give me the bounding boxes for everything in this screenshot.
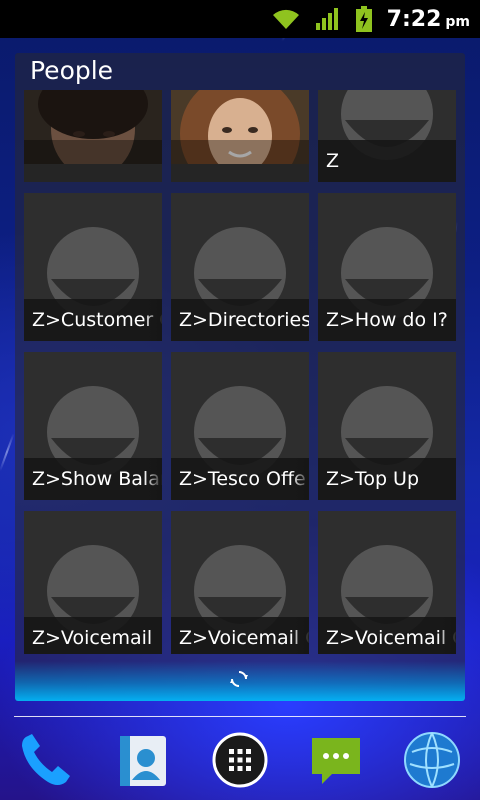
widget-title: People [30,56,114,85]
contact-tile[interactable]: Z>Top Up [318,352,456,500]
contacts-grid-viewport[interactable]: Z Z>Customer C Z>Directories Z>How do I?… [24,90,456,654]
contact-tile[interactable]: Z [318,90,456,182]
contact-tile[interactable]: Z>How do I? [318,193,456,341]
contact-label: Z>Show Balan [24,458,162,500]
contact-tile[interactable]: Z>Customer C [24,193,162,341]
contact-label: Z>Customer C [24,299,162,341]
contact-label: Z [318,140,456,182]
dock [0,724,480,800]
contact-tile[interactable] [171,90,309,182]
contact-label: Z>Voicemail C [171,617,309,654]
browser-icon[interactable] [400,728,464,792]
contact-name-blurred [24,140,162,182]
contact-tile[interactable]: Z>Tesco Offe [171,352,309,500]
contact-tile[interactable]: Z>Voicemail [24,511,162,654]
phone-icon[interactable] [14,728,78,792]
messaging-icon[interactable] [304,728,368,792]
wallpaper-streak [0,433,15,472]
status-time: 7:22 pm [386,6,470,32]
contact-name-blurred [171,140,309,182]
contact-label: Z>Top Up [318,458,456,500]
contact-tile[interactable]: Z>Voicemail C [171,511,309,654]
contact-label: Z>How do I? [318,299,456,341]
contact-tile[interactable] [24,90,162,182]
dock-divider [14,716,466,717]
wifi-icon [271,7,301,31]
status-bar: 7:22 pm [0,0,480,38]
contacts-grid: Z Z>Customer C Z>Directories Z>How do I?… [24,90,456,654]
battery-charging-icon [355,6,373,32]
contact-tile[interactable]: Z>Directories [171,193,309,341]
contact-label: Z>Voicemail [24,617,162,654]
contacts-icon[interactable] [110,728,174,792]
contact-tile[interactable]: Z>Voicemail C [318,511,456,654]
contact-label: Z>Tesco Offe [171,458,309,500]
contact-tile[interactable]: Z>Show Balan [24,352,162,500]
contact-label: Z>Voicemail C [318,617,456,654]
refresh-icon[interactable] [229,669,249,689]
contact-label: Z>Directories [171,299,309,341]
app-drawer-icon[interactable] [208,728,272,792]
people-widget[interactable]: People Z Z>Customer C Z>Directories Z>Ho… [15,53,465,701]
signal-icon [315,7,341,31]
